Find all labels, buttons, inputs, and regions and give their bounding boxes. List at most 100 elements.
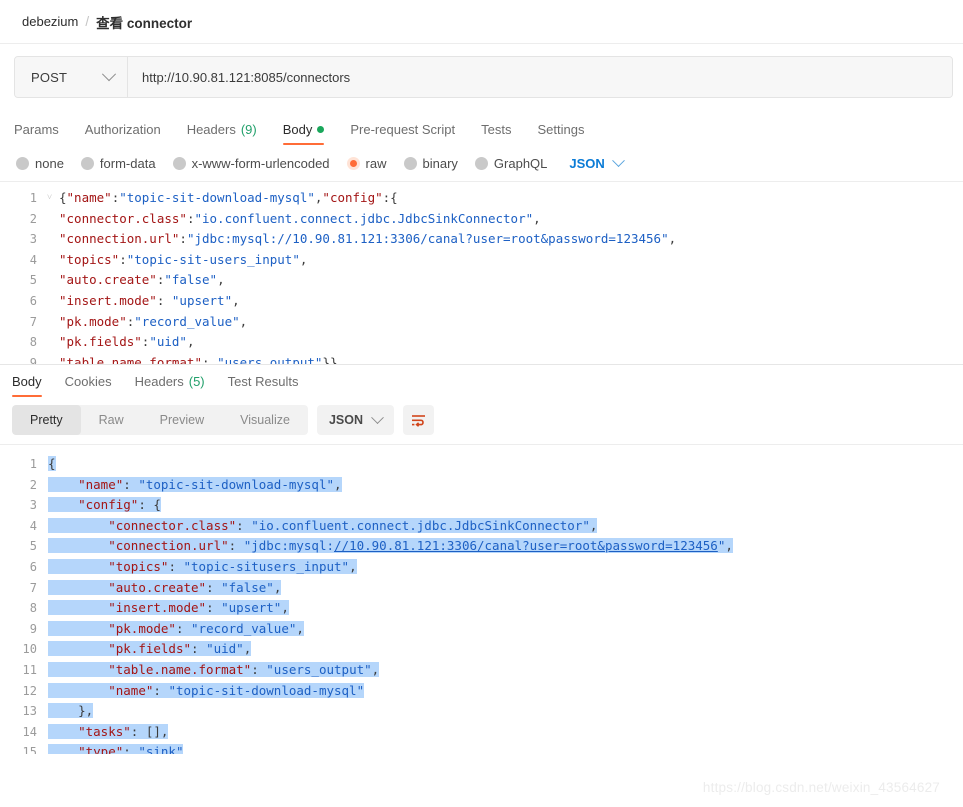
breadcrumb: debezium / 查看 connector [0,0,963,44]
line-number: 8 [0,598,44,619]
request-tab-headers[interactable]: Headers(9) [187,122,257,145]
code-token: "topic-sit-download-mysql" [119,190,315,205]
code-token[interactable]: //10.90.81.121:3306/canal?user=root&pass… [334,538,718,553]
code-token: , [217,272,225,287]
response-tab-body[interactable]: Body [12,374,42,397]
code-token: { [48,456,56,471]
response-format-select[interactable]: JSON [317,405,394,435]
response-view-pretty[interactable]: Pretty [12,405,81,435]
code-fold-toggle[interactable]: ˅ [44,188,55,209]
code-line: 7 "auto.create": "false", [0,578,963,599]
line-number: 10 [0,639,44,660]
line-number: 5 [0,536,44,557]
tab-label: Body [12,374,42,389]
request-tab-body[interactable]: Body [283,122,325,145]
code-token: "io.confluent.connect.jdbc.JdbcSinkConne… [194,211,533,226]
request-tab-pre-request-script[interactable]: Pre-request Script [350,122,455,145]
code-token: , [349,559,357,574]
code-line: 9 "pk.mode": "record_value", [0,619,963,640]
response-view-visualize[interactable]: Visualize [222,405,308,435]
tab-label: Pre-request Script [350,122,455,137]
code-token: , [725,538,733,553]
code-token: { [59,190,67,205]
code-text: "auto.create":"false", [55,270,225,291]
code-token: "table.name.format" [108,662,251,677]
code-token: , [296,621,304,636]
code-line: 15 "type": "sink" [0,742,963,754]
response-tab-cookies[interactable]: Cookies [65,374,112,397]
response-view-preview[interactable]: Preview [142,405,222,435]
response-body-viewer[interactable]: 1{2 "name": "topic-sit-download-mysql",3… [0,445,963,754]
body-language-select[interactable]: JSON [569,156,622,171]
response-view-modes: PrettyRawPreviewVisualize [12,405,308,435]
code-text: "auto.create": "false", [44,578,281,599]
chevron-down-icon [371,411,384,424]
code-token: , [669,231,677,246]
tab-label: Test Results [228,374,299,389]
http-method-select[interactable]: POST [15,57,128,97]
body-type-x-www-form-urlencoded[interactable]: x-www-form-urlencoded [173,156,330,171]
code-token: , [372,662,380,677]
code-text: "config": { [44,495,161,516]
radio-icon [81,157,94,170]
code-token: , [590,518,598,533]
code-text: "name": "topic-sit-download-mysql" [44,681,364,702]
line-number: 2 [0,209,44,230]
code-token: , [232,293,240,308]
code-token: "jdbc:mysql: [244,538,334,553]
line-number: 2 [0,475,44,496]
body-type-label: none [35,156,64,171]
word-wrap-button[interactable] [403,405,434,435]
response-tab-headers[interactable]: Headers(5) [135,374,205,397]
tab-label: Authorization [85,122,161,137]
response-format-label: JSON [329,413,363,427]
code-text: "table.name.format": "users_output", [44,660,379,681]
code-text: "pk.fields": "uid", [44,639,251,660]
code-token: : [179,231,187,246]
body-type-none[interactable]: none [16,156,64,171]
code-text: "connection.url":"jdbc:mysql://10.90.81.… [55,229,676,250]
code-token: : [157,293,172,308]
code-token: "false" [221,580,274,595]
code-token: [], [146,724,169,739]
body-type-binary[interactable]: binary [404,156,458,171]
chevron-down-icon [612,154,625,167]
request-tab-settings[interactable]: Settings [537,122,584,145]
request-tab-tests[interactable]: Tests [481,122,511,145]
code-token: : [229,538,244,553]
code-token: "uid" [206,641,244,656]
line-number: 5 [0,270,44,291]
code-token: "uid" [149,334,187,349]
code-text: "pk.mode": "record_value", [44,619,304,640]
tab-label: Settings [537,122,584,137]
response-view-raw[interactable]: Raw [81,405,142,435]
code-token: "upsert" [221,600,281,615]
request-tab-params[interactable]: Params [14,122,59,145]
http-method-label: POST [31,70,67,85]
code-line: 6 "topics": "topic-situsers_input", [0,557,963,578]
line-number: 12 [0,681,44,702]
code-token: "record_value" [191,621,296,636]
body-type-graphql[interactable]: GraphQL [475,156,547,171]
request-tab-authorization[interactable]: Authorization [85,122,161,145]
body-type-raw[interactable]: raw [347,156,387,171]
line-number: 9 [0,619,44,640]
request-body-editor[interactable]: 1˅{"name":"topic-sit-download-mysql","co… [0,182,963,365]
code-token: }, [78,703,93,718]
line-number: 9 [0,353,44,365]
code-token: : [251,662,266,677]
code-token: "connector.class" [108,518,236,533]
code-token: : [123,744,138,754]
request-url-input[interactable]: http://10.90.81.121:8085/connectors [128,57,952,97]
response-tab-test-results[interactable]: Test Results [228,374,299,397]
code-token: "users_output" [266,662,371,677]
code-token: "topic-situsers_input" [184,559,350,574]
code-token: "jdbc:mysql://10.90.81.121:3306/canal?us… [187,231,669,246]
code-token: { [153,497,161,512]
breadcrumb-collection[interactable]: debezium [22,14,78,29]
body-type-form-data[interactable]: form-data [81,156,156,171]
code-token: : [176,621,191,636]
line-number: 1 [0,454,44,475]
line-number: 7 [0,312,44,333]
code-token: "name" [67,190,112,205]
